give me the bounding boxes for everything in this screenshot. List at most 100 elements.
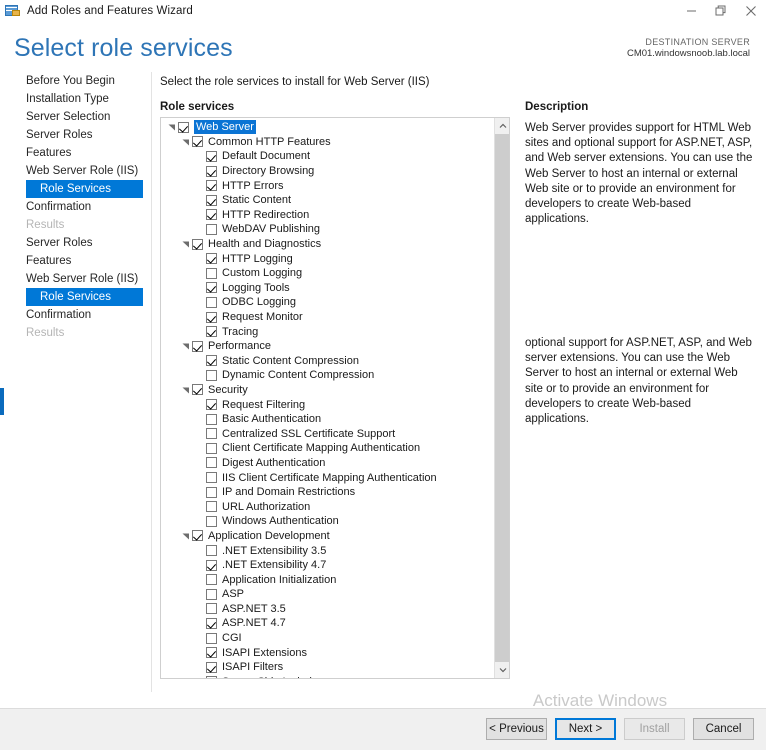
nav-item-confirmation[interactable]: Confirmation [0,198,151,216]
minimize-button[interactable] [676,0,706,21]
checkbox-net-extensibility-3-5[interactable] [206,545,217,557]
tree-row-http-logging[interactable]: HTTP Logging [161,251,495,266]
tree-row-basic-authentication[interactable]: Basic Authentication [161,412,495,427]
tree-row-logging-tools[interactable]: Logging Tools [161,281,495,296]
tree-row-server-side-includes[interactable]: Server Side Includes [161,675,495,678]
checkbox-http-redirection[interactable] [206,209,217,221]
tree-row-common-http-features[interactable]: Common HTTP Features [161,135,495,150]
tree-row-request-monitor[interactable]: Request Monitor [161,310,495,325]
tree-row-web-server[interactable]: Web Server [161,120,495,135]
tree-row-cgi[interactable]: CGI [161,631,495,646]
tree-row-isapi-extensions[interactable]: ISAPI Extensions [161,645,495,660]
previous-button[interactable]: < Previous [486,718,547,740]
nav-item-before-you-begin[interactable]: Before You Begin [0,72,151,90]
tree-row-http-redirection[interactable]: HTTP Redirection [161,208,495,223]
checkbox-asp-net-4-7[interactable] [206,617,217,629]
checkbox-request-filtering[interactable] [206,399,217,411]
checkbox-application-development[interactable] [192,530,203,542]
checkbox-performance[interactable] [192,340,203,352]
nav-item-features[interactable]: Features [0,252,151,270]
role-services-tree[interactable]: Web Server Common HTTP Features Default Do… [161,118,495,678]
nav-item-installation-type[interactable]: Installation Type [0,90,151,108]
tree-row-iis-client-certificate-mapping-authentication[interactable]: IIS Client Certificate Mapping Authentic… [161,470,495,485]
nav-item-server-selection[interactable]: Server Selection [0,108,151,126]
checkbox-static-content[interactable] [206,194,217,206]
expanded-twisty-icon[interactable] [179,383,192,397]
checkbox-dynamic-content-compression[interactable] [206,369,217,381]
checkbox-health-and-diagnostics[interactable] [192,238,203,250]
tree-scrollbar-thumb[interactable] [495,134,509,662]
checkbox-directory-browsing[interactable] [206,165,217,177]
tree-row-windows-authentication[interactable]: Windows Authentication [161,514,495,529]
checkbox-static-content-compression[interactable] [206,355,217,367]
tree-row-centralized-ssl-certificate-support[interactable]: Centralized SSL Certificate Support [161,426,495,441]
checkbox-windows-authentication[interactable] [206,515,217,527]
checkbox-request-monitor[interactable] [206,311,217,323]
checkbox-basic-authentication[interactable] [206,413,217,425]
tree-row-performance[interactable]: Performance [161,339,495,354]
checkbox-net-extensibility-4-7[interactable] [206,559,217,571]
close-button[interactable] [736,0,766,21]
nav-item-server-roles[interactable]: Server Roles [0,234,151,252]
scroll-up-arrow-icon[interactable] [495,118,509,134]
nav-item-features[interactable]: Features [0,144,151,162]
tree-row-custom-logging[interactable]: Custom Logging [161,266,495,281]
tree-row-net-extensibility-3-5[interactable]: .NET Extensibility 3.5 [161,543,495,558]
tree-row-dynamic-content-compression[interactable]: Dynamic Content Compression [161,368,495,383]
restore-button[interactable] [706,0,736,21]
next-button[interactable]: Next > [555,718,616,740]
tree-scrollbar[interactable] [494,118,509,678]
tree-row-static-content-compression[interactable]: Static Content Compression [161,354,495,369]
tree-row-webdav-publishing[interactable]: WebDAV Publishing [161,222,495,237]
tree-row-net-extensibility-4-7[interactable]: .NET Extensibility 4.7 [161,558,495,573]
cancel-button[interactable]: Cancel [693,718,754,740]
checkbox-isapi-filters[interactable] [206,661,217,673]
checkbox-http-errors[interactable] [206,180,217,192]
checkbox-security[interactable] [192,384,203,396]
checkbox-application-initialization[interactable] [206,574,217,586]
tree-row-static-content[interactable]: Static Content [161,193,495,208]
checkbox-http-logging[interactable] [206,253,217,265]
expanded-twisty-icon[interactable] [179,135,192,149]
nav-item-confirmation[interactable]: Confirmation [0,306,151,324]
tree-row-digest-authentication[interactable]: Digest Authentication [161,456,495,471]
tree-row-asp-net-4-7[interactable]: ASP.NET 4.7 [161,616,495,631]
tree-row-health-and-diagnostics[interactable]: Health and Diagnostics [161,237,495,252]
checkbox-web-server[interactable] [178,121,189,133]
tree-row-url-authorization[interactable]: URL Authorization [161,499,495,514]
checkbox-ip-and-domain-restrictions[interactable] [206,486,217,498]
expanded-twisty-icon[interactable] [179,529,192,543]
tree-row-tracing[interactable]: Tracing [161,324,495,339]
checkbox-asp[interactable] [206,588,217,600]
tree-row-application-development[interactable]: Application Development [161,529,495,544]
tree-row-application-initialization[interactable]: Application Initialization [161,572,495,587]
checkbox-iis-client-certificate-mapping-authentication[interactable] [206,472,217,484]
tree-row-isapi-filters[interactable]: ISAPI Filters [161,660,495,675]
checkbox-asp-net-3-5[interactable] [206,603,217,615]
checkbox-server-side-includes[interactable] [206,676,217,678]
tree-row-request-filtering[interactable]: Request Filtering [161,397,495,412]
nav-item-role-services[interactable]: Role Services [26,180,143,198]
checkbox-digest-authentication[interactable] [206,457,217,469]
tree-row-asp[interactable]: ASP [161,587,495,602]
expanded-twisty-icon[interactable] [179,339,192,353]
nav-item-web-server-role-iis[interactable]: Web Server Role (IIS) [0,162,151,180]
tree-row-asp-net-3-5[interactable]: ASP.NET 3.5 [161,602,495,617]
expanded-twisty-icon[interactable] [179,237,192,251]
checkbox-cgi[interactable] [206,632,217,644]
tree-row-default-document[interactable]: Default Document [161,149,495,164]
checkbox-common-http-features[interactable] [192,136,203,148]
checkbox-url-authorization[interactable] [206,501,217,513]
tree-row-directory-browsing[interactable]: Directory Browsing [161,164,495,179]
checkbox-odbc-logging[interactable] [206,296,217,308]
tree-row-client-certificate-mapping-authentication[interactable]: Client Certificate Mapping Authenticatio… [161,441,495,456]
checkbox-isapi-extensions[interactable] [206,647,217,659]
nav-item-role-services[interactable]: Role Services [26,288,143,306]
checkbox-logging-tools[interactable] [206,282,217,294]
checkbox-centralized-ssl-certificate-support[interactable] [206,428,217,440]
checkbox-tracing[interactable] [206,326,217,338]
nav-item-web-server-role-iis[interactable]: Web Server Role (IIS) [0,270,151,288]
checkbox-custom-logging[interactable] [206,267,217,279]
expanded-twisty-icon[interactable] [165,120,178,134]
tree-row-ip-and-domain-restrictions[interactable]: IP and Domain Restrictions [161,485,495,500]
